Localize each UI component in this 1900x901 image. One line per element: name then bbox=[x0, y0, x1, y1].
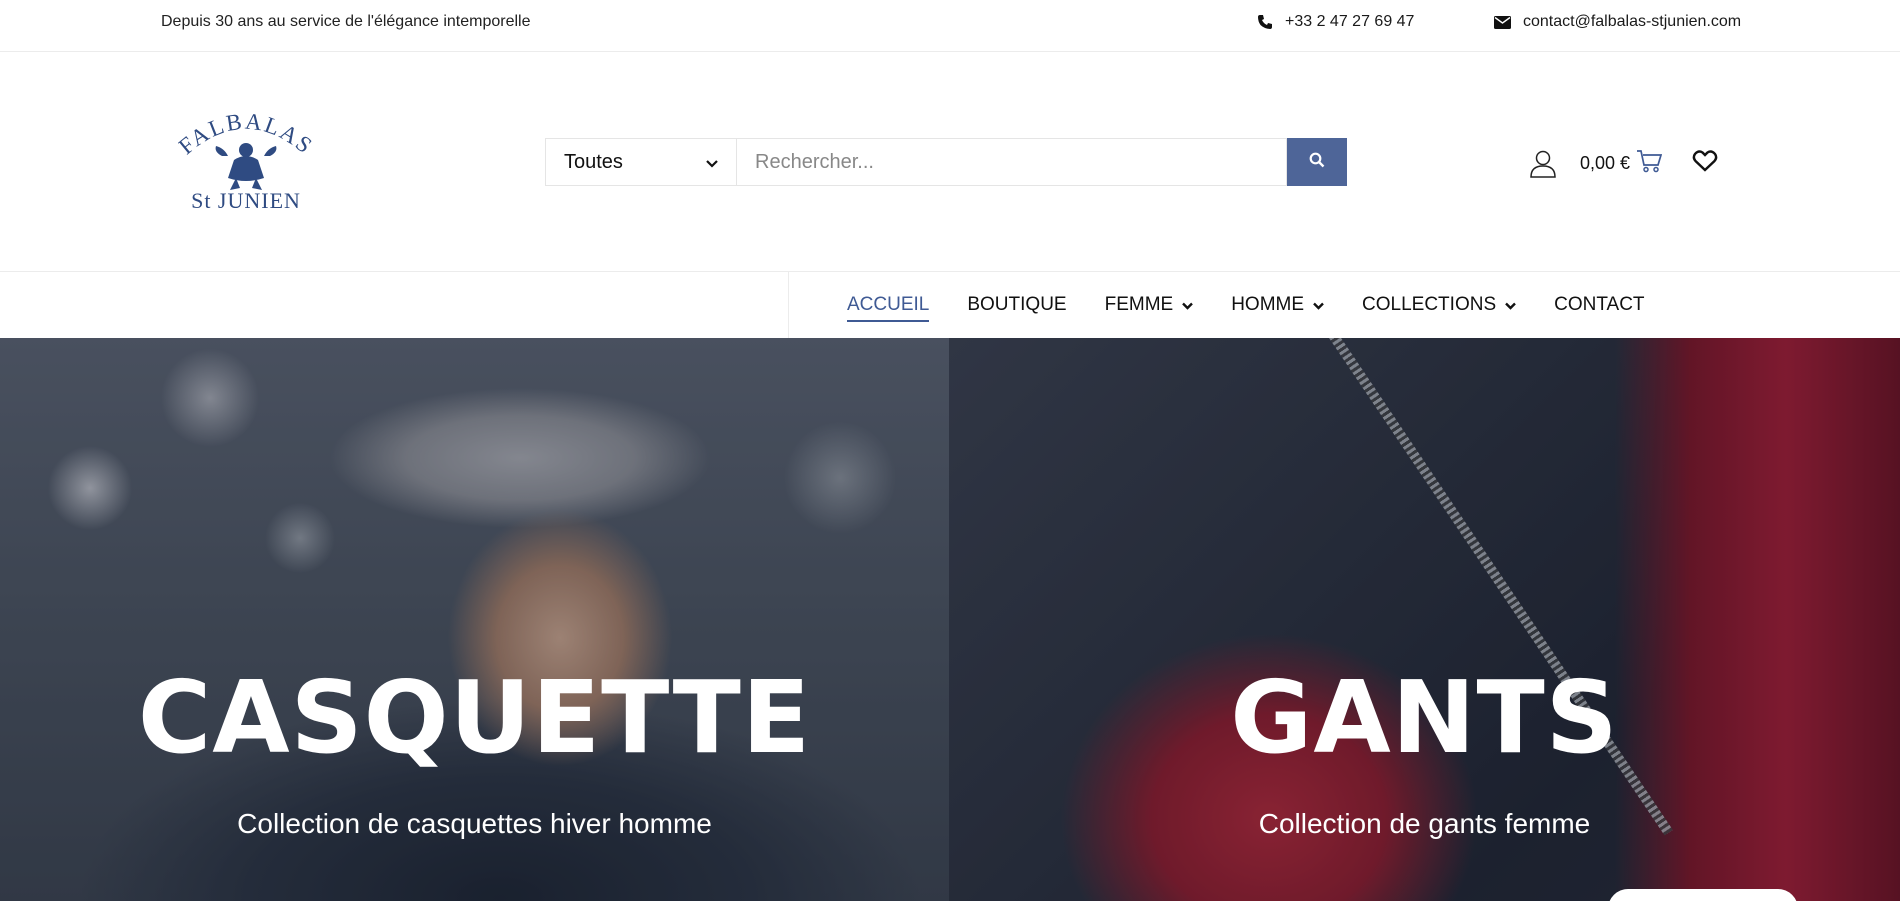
nav-item-boutique[interactable]: BOUTIQUE bbox=[967, 272, 1066, 338]
hero-banner-casquette[interactable]: CASQUETTE Collection de casquettes hiver… bbox=[0, 338, 949, 901]
nav-item-label: BOUTIQUE bbox=[967, 294, 1067, 315]
nav-item-femme[interactable]: FEMME bbox=[1105, 272, 1194, 338]
hero-title: GANTS bbox=[1230, 659, 1619, 776]
search-bar: Toutes Rechercher... bbox=[545, 138, 1347, 186]
hero-banner-gants[interactable]: GANTS Collection de gants femme bbox=[949, 338, 1900, 901]
floating-pill-button[interactable] bbox=[1608, 889, 1798, 901]
logo-text-bottom: St JUNIEN bbox=[191, 188, 301, 213]
nav-menu: ACCUEIL BOUTIQUE FEMME HOMME COLLECTIONS… bbox=[847, 272, 1683, 338]
nav-item-label: CONTACT bbox=[1554, 294, 1645, 315]
email-contact[interactable]: contact@falbalas-stjunien.com bbox=[1494, 13, 1741, 31]
hero-title: CASQUETTE bbox=[137, 659, 812, 776]
wishlist-heart-icon[interactable] bbox=[1692, 149, 1718, 177]
cart-icon bbox=[1636, 149, 1663, 178]
nav-item-collections[interactable]: COLLECTIONS bbox=[1362, 272, 1516, 338]
category-select-value: Toutes bbox=[564, 150, 623, 173]
user-account-icon[interactable] bbox=[1528, 148, 1558, 178]
nav-item-homme[interactable]: HOMME bbox=[1231, 272, 1324, 338]
nav-item-label: HOMME bbox=[1231, 294, 1305, 315]
main-navigation: ACCUEIL BOUTIQUE FEMME HOMME COLLECTIONS… bbox=[0, 272, 1900, 338]
nav-item-label: FEMME bbox=[1104, 294, 1174, 315]
chevron-down-icon bbox=[1313, 294, 1324, 316]
phone-number[interactable]: +33 2 47 27 69 47 bbox=[1285, 13, 1414, 31]
search-button[interactable] bbox=[1287, 138, 1347, 186]
top-bar: Depuis 30 ans au service de l'élégance i… bbox=[0, 0, 1900, 52]
cart-total: 0,00 € bbox=[1580, 152, 1631, 173]
search-placeholder: Rechercher... bbox=[755, 150, 874, 173]
site-header: FALBALAS St JUNIEN Toutes Rechercher... bbox=[0, 52, 1900, 272]
chevron-down-icon bbox=[1182, 294, 1194, 316]
chevron-down-icon bbox=[706, 151, 718, 174]
phone-icon bbox=[1257, 14, 1273, 30]
tagline: Depuis 30 ans au service de l'élégance i… bbox=[161, 13, 531, 30]
nav-item-contact[interactable]: CONTACT bbox=[1554, 272, 1644, 338]
header-actions: 0,00 € bbox=[1528, 148, 1718, 178]
phone-contact[interactable]: +33 2 47 27 69 47 bbox=[1257, 13, 1414, 31]
nav-divider bbox=[788, 272, 789, 338]
falbalas-logo[interactable]: FALBALAS St JUNIEN bbox=[174, 104, 316, 214]
chevron-down-icon bbox=[1505, 294, 1516, 316]
hero-subtitle: Collection de casquettes hiver homme bbox=[237, 808, 712, 839]
envelope-icon bbox=[1494, 15, 1511, 29]
email-address[interactable]: contact@falbalas-stjunien.com bbox=[1523, 13, 1741, 31]
nav-item-label: ACCUEIL bbox=[847, 294, 930, 315]
nav-item-label: COLLECTIONS bbox=[1362, 294, 1497, 315]
hero-subtitle: Collection de gants femme bbox=[1258, 808, 1591, 839]
search-input[interactable]: Rechercher... bbox=[736, 138, 1287, 186]
cart-button[interactable]: 0,00 € bbox=[1580, 149, 1663, 178]
category-select[interactable]: Toutes bbox=[545, 138, 736, 186]
nav-item-accueil[interactable]: ACCUEIL bbox=[847, 272, 930, 338]
search-icon bbox=[1309, 152, 1325, 173]
